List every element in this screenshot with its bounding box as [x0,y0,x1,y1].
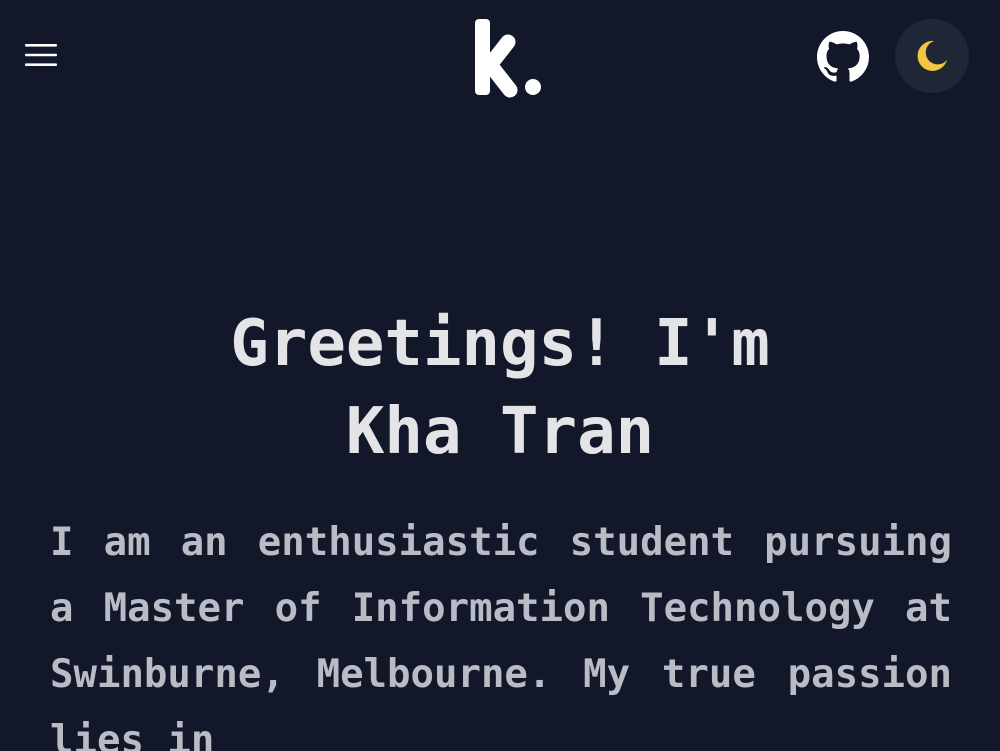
logo-link[interactable] [468,14,548,100]
theme-toggle-button[interactable] [895,19,969,93]
hero-title-line-1: Greetings! I'm [230,307,770,381]
github-icon [817,31,869,82]
site-header [0,0,1000,110]
moon-icon [917,40,947,71]
hero-title-line-2: Kha Tran [345,395,655,469]
menu-button[interactable] [18,32,64,78]
intro-paragraph: I am an enthusiastic student pursuing a … [50,520,952,751]
github-link[interactable] [817,31,869,83]
k-logo-icon [475,19,541,98]
hamburger-menu-icon [25,44,57,66]
hero-title: Greetings! I'm Kha Tran [150,300,850,476]
